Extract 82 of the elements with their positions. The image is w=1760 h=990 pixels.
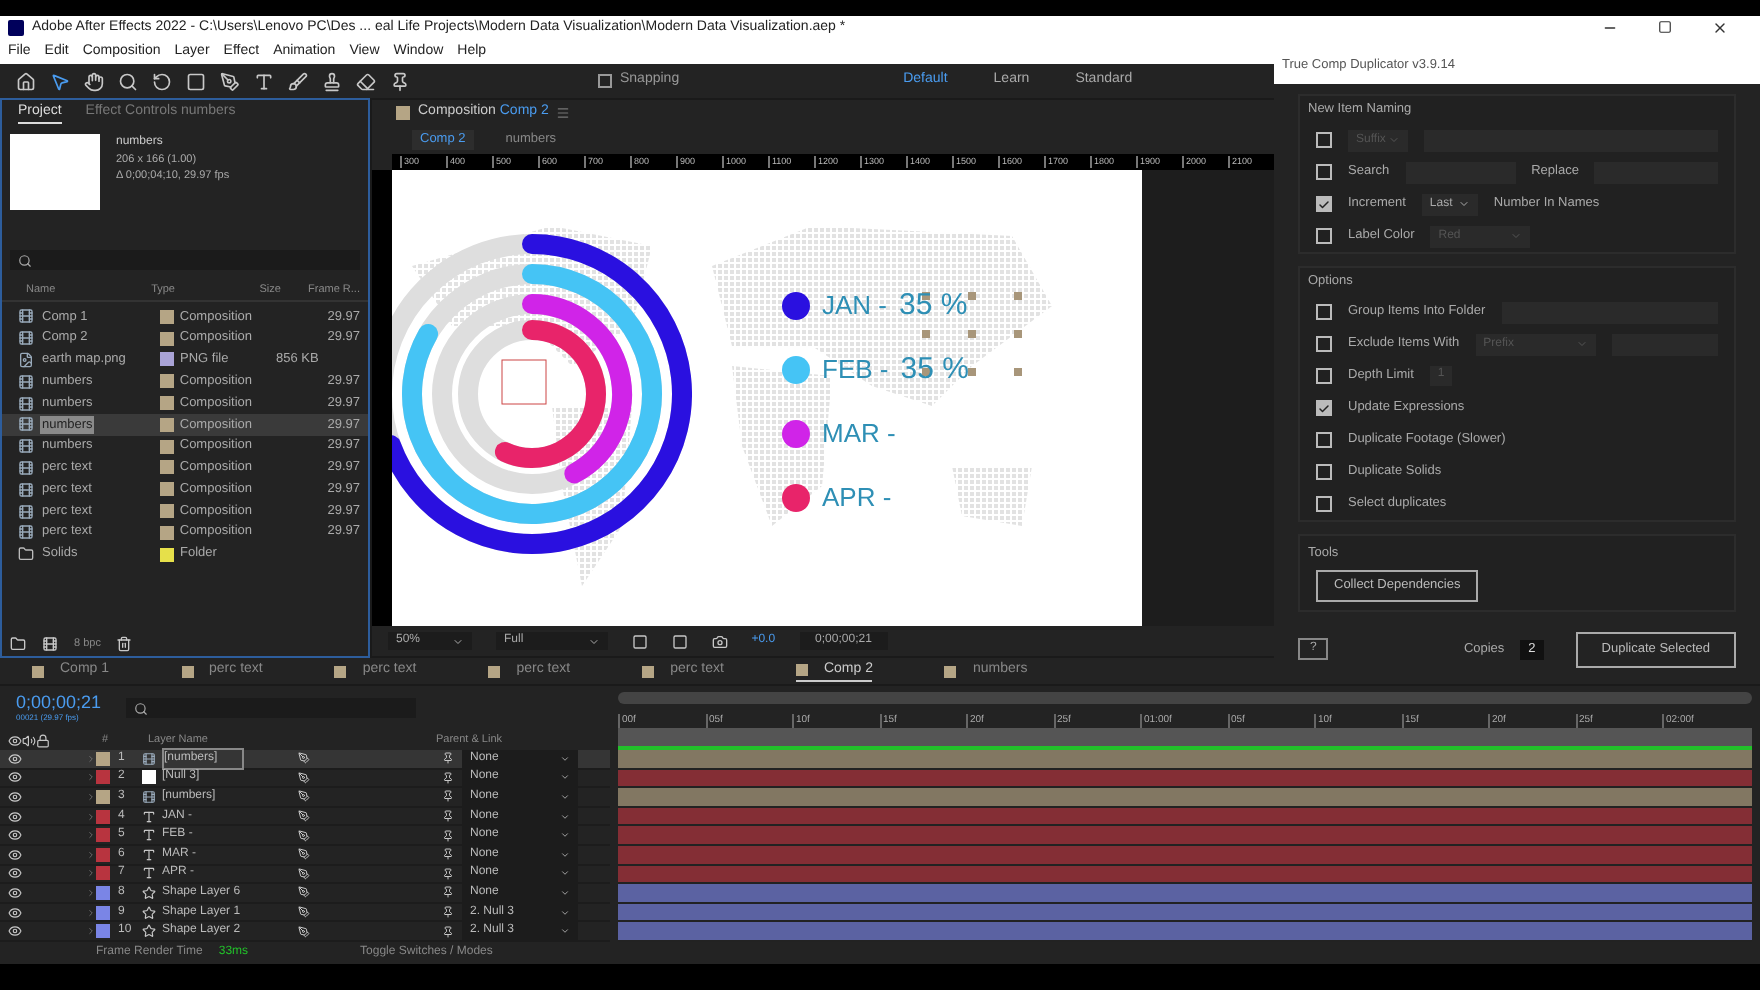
trash-icon[interactable] xyxy=(116,636,133,652)
pen-icon[interactable] xyxy=(220,71,240,91)
legend-label: MAR - xyxy=(822,416,896,453)
composition-icon xyxy=(18,438,34,455)
text-layer-icon xyxy=(142,809,156,824)
checkbox[interactable] xyxy=(1316,336,1332,352)
maximize-icon[interactable] xyxy=(1658,20,1672,34)
composition-icon xyxy=(142,751,156,766)
preview-thumbnail xyxy=(10,134,100,210)
checkbox[interactable] xyxy=(1316,164,1332,181)
hand-icon[interactable] xyxy=(84,71,104,91)
composition-icon xyxy=(18,416,34,433)
eye-icon[interactable] xyxy=(8,733,22,747)
checkbox[interactable] xyxy=(1316,228,1332,245)
camera-icon[interactable] xyxy=(711,633,728,649)
close-icon[interactable] xyxy=(1712,20,1728,36)
composition-icon xyxy=(18,330,34,347)
legend-label: FEB - xyxy=(822,352,889,389)
composition-icon xyxy=(18,459,34,476)
composition-icon xyxy=(18,373,34,390)
checkbox[interactable] xyxy=(1316,496,1332,512)
search-field[interactable] xyxy=(10,250,360,270)
composition-icon xyxy=(142,789,156,804)
pin-icon[interactable] xyxy=(390,71,410,91)
composition-icon xyxy=(18,503,34,520)
eye-icon[interactable] xyxy=(8,809,22,824)
checkbox[interactable] xyxy=(1316,132,1332,149)
eye-icon[interactable] xyxy=(8,789,22,804)
folder-icon[interactable] xyxy=(10,636,26,652)
solid-icon xyxy=(142,770,156,785)
search-icon[interactable] xyxy=(18,253,32,267)
lock-icon[interactable] xyxy=(36,733,50,747)
star-icon xyxy=(142,924,156,939)
folder-icon xyxy=(18,546,34,563)
home-icon[interactable] xyxy=(16,71,36,91)
layer-search-field[interactable] xyxy=(125,698,416,718)
speaker-icon[interactable] xyxy=(22,733,36,747)
eye-icon[interactable] xyxy=(8,847,22,862)
image-file-icon xyxy=(18,351,34,368)
eye-icon[interactable] xyxy=(8,866,22,881)
composition-icon xyxy=(18,481,34,498)
eye-icon[interactable] xyxy=(8,828,22,843)
caret-icon xyxy=(1457,198,1470,211)
checkbox[interactable] xyxy=(1316,400,1332,416)
text-layer-icon xyxy=(142,866,156,881)
eye-icon[interactable] xyxy=(8,770,22,785)
current-timecode[interactable]: 0;00;00;21 xyxy=(16,693,102,711)
checkbox[interactable] xyxy=(1316,368,1332,384)
eraser-icon[interactable] xyxy=(356,71,376,91)
legend-value: 35 % xyxy=(899,285,968,326)
eye-icon[interactable] xyxy=(8,905,22,920)
stamp-icon[interactable] xyxy=(322,71,342,91)
star-icon xyxy=(142,905,156,920)
text-layer-icon xyxy=(142,847,156,862)
rotate-icon[interactable] xyxy=(152,71,172,91)
app-logo-icon xyxy=(8,20,24,36)
menu-icon[interactable] xyxy=(556,106,571,120)
checkbox[interactable] xyxy=(1316,464,1332,480)
legend-value: 35 % xyxy=(900,349,969,390)
star-icon xyxy=(142,885,156,900)
composition-icon xyxy=(18,308,34,325)
checkbox[interactable] xyxy=(1316,196,1332,213)
composition-swatch xyxy=(396,106,410,120)
caret-icon xyxy=(452,635,465,647)
composition-icon[interactable] xyxy=(42,636,58,652)
checkbox[interactable] xyxy=(1316,432,1332,448)
pointer-icon[interactable] xyxy=(50,71,70,91)
legend-label: JAN - xyxy=(822,288,887,325)
eye-icon[interactable] xyxy=(8,751,22,766)
search-icon[interactable] xyxy=(133,701,148,715)
text-layer-icon xyxy=(142,828,156,843)
composition-icon xyxy=(18,395,34,412)
legend-label: APR - xyxy=(822,480,892,517)
rectangle-icon[interactable] xyxy=(186,71,206,91)
caret-icon xyxy=(587,635,600,647)
eye-icon[interactable] xyxy=(8,924,22,939)
composition-icon xyxy=(18,524,34,541)
checkbox[interactable] xyxy=(1316,304,1332,320)
eye-icon[interactable] xyxy=(8,885,22,900)
type-icon[interactable] xyxy=(254,71,274,91)
search-icon[interactable] xyxy=(118,71,138,91)
brush-icon[interactable] xyxy=(288,71,308,91)
